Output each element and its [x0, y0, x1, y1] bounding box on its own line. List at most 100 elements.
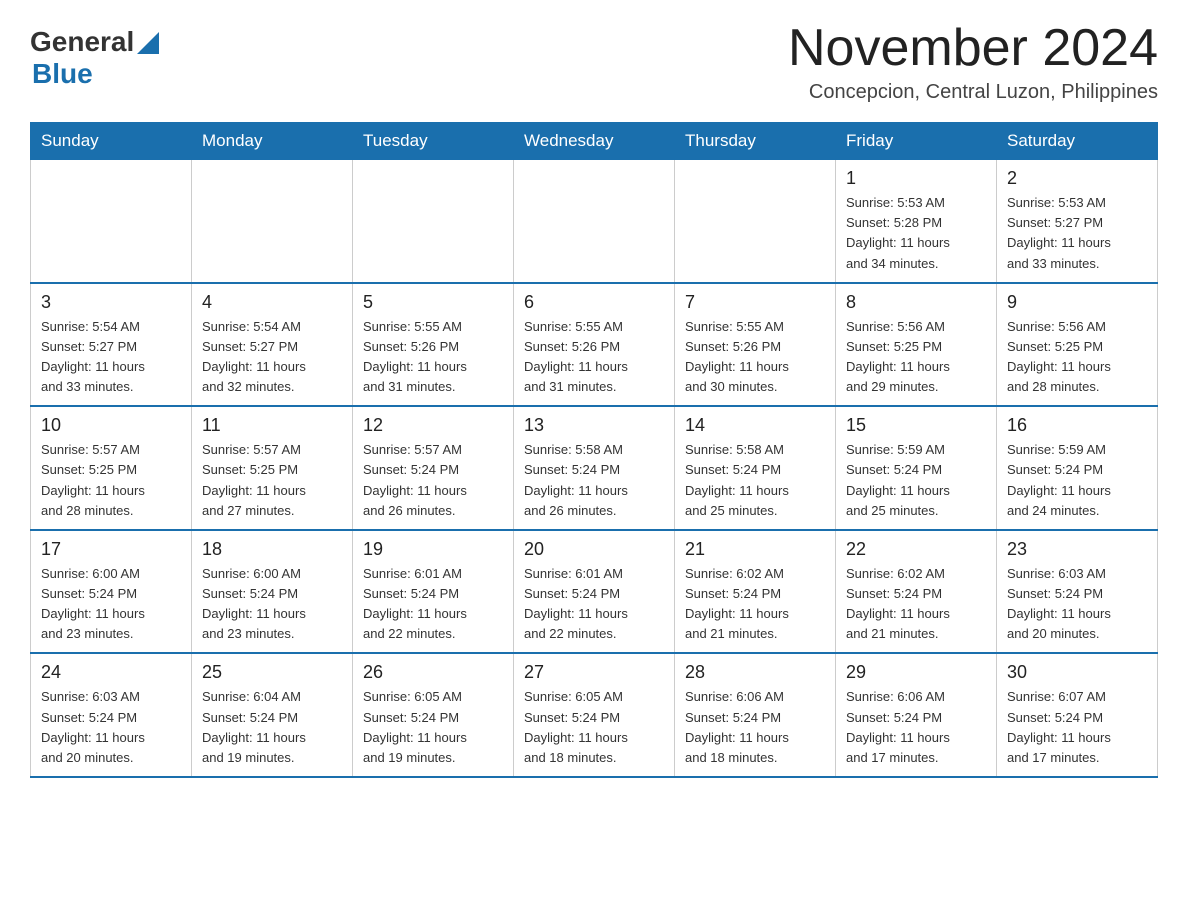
day-number: 27	[524, 662, 664, 683]
day-info: Sunrise: 6:02 AM Sunset: 5:24 PM Dayligh…	[685, 564, 825, 645]
day-number: 13	[524, 415, 664, 436]
day-info: Sunrise: 5:57 AM Sunset: 5:24 PM Dayligh…	[363, 440, 503, 521]
logo-triangle-icon	[137, 32, 159, 54]
day-of-week-saturday: Saturday	[997, 123, 1158, 160]
calendar-cell: 11 Sunrise: 5:57 AM Sunset: 5:25 PM Dayli…	[192, 406, 353, 530]
calendar-cell: 2 Sunrise: 5:53 AM Sunset: 5:27 PM Daylig…	[997, 160, 1158, 283]
day-number: 24	[41, 662, 181, 683]
calendar-cell: 21 Sunrise: 6:02 AM Sunset: 5:24 PM Dayli…	[675, 530, 836, 654]
calendar-cell: 29 Sunrise: 6:06 AM Sunset: 5:24 PM Dayli…	[836, 653, 997, 777]
day-info: Sunrise: 5:54 AM Sunset: 5:27 PM Dayligh…	[41, 317, 181, 398]
calendar-cell: 13Sunrise: 5:58 AM Sunset: 5:24 PM Dayli…	[514, 406, 675, 530]
day-info: Sunrise: 6:07 AM Sunset: 5:24 PM Dayligh…	[1007, 687, 1147, 768]
calendar-header: SundayMondayTuesdayWednesdayThursdayFrid…	[31, 123, 1158, 160]
day-number: 9	[1007, 292, 1147, 313]
week-row-4: 17 Sunrise: 6:00 AM Sunset: 5:24 PM Dayli…	[31, 530, 1158, 654]
day-number: 8	[846, 292, 986, 313]
day-info: Sunrise: 6:04 AM Sunset: 5:24 PM Dayligh…	[202, 687, 342, 768]
calendar-cell	[675, 160, 836, 283]
day-number: 17	[41, 539, 181, 560]
day-info: Sunrise: 5:56 AM Sunset: 5:25 PM Dayligh…	[1007, 317, 1147, 398]
day-info: Sunrise: 6:06 AM Sunset: 5:24 PM Dayligh…	[685, 687, 825, 768]
page-header: General Blue November 2024 Concepcion, C…	[30, 20, 1158, 104]
calendar-cell: 22 Sunrise: 6:02 AM Sunset: 5:24 PM Dayli…	[836, 530, 997, 654]
day-number: 30	[1007, 662, 1147, 683]
calendar-cell: 8 Sunrise: 5:56 AM Sunset: 5:25 PM Daylig…	[836, 283, 997, 407]
calendar-cell: 18 Sunrise: 6:00 AM Sunset: 5:24 PM Dayli…	[192, 530, 353, 654]
logo-text-blue: Blue	[32, 58, 93, 90]
day-info: Sunrise: 6:03 AM Sunset: 5:24 PM Dayligh…	[1007, 564, 1147, 645]
day-info: Sunrise: 5:57 AM Sunset: 5:25 PM Dayligh…	[202, 440, 342, 521]
day-of-week-friday: Friday	[836, 123, 997, 160]
day-info: Sunrise: 5:55 AM Sunset: 5:26 PM Dayligh…	[363, 317, 503, 398]
day-info: Sunrise: 6:00 AM Sunset: 5:24 PM Dayligh…	[202, 564, 342, 645]
day-of-week-thursday: Thursday	[675, 123, 836, 160]
week-row-1: 1Sunrise: 5:53 AM Sunset: 5:28 PM Daylig…	[31, 160, 1158, 283]
calendar-cell: 25Sunrise: 6:04 AM Sunset: 5:24 PM Dayli…	[192, 653, 353, 777]
day-number: 3	[41, 292, 181, 313]
day-number: 15	[846, 415, 986, 436]
day-info: Sunrise: 5:56 AM Sunset: 5:25 PM Dayligh…	[846, 317, 986, 398]
calendar-cell: 15Sunrise: 5:59 AM Sunset: 5:24 PM Dayli…	[836, 406, 997, 530]
days-of-week-row: SundayMondayTuesdayWednesdayThursdayFrid…	[31, 123, 1158, 160]
day-info: Sunrise: 6:02 AM Sunset: 5:24 PM Dayligh…	[846, 564, 986, 645]
day-number: 21	[685, 539, 825, 560]
calendar-cell: 9 Sunrise: 5:56 AM Sunset: 5:25 PM Daylig…	[997, 283, 1158, 407]
day-info: Sunrise: 5:53 AM Sunset: 5:27 PM Dayligh…	[1007, 193, 1147, 274]
calendar-cell: 28Sunrise: 6:06 AM Sunset: 5:24 PM Dayli…	[675, 653, 836, 777]
calendar-cell	[31, 160, 192, 283]
day-number: 23	[1007, 539, 1147, 560]
day-number: 7	[685, 292, 825, 313]
day-number: 22	[846, 539, 986, 560]
day-number: 16	[1007, 415, 1147, 436]
calendar-cell: 30 Sunrise: 6:07 AM Sunset: 5:24 PM Dayli…	[997, 653, 1158, 777]
calendar-cell: 6 Sunrise: 5:55 AM Sunset: 5:26 PM Daylig…	[514, 283, 675, 407]
day-info: Sunrise: 5:58 AM Sunset: 5:24 PM Dayligh…	[685, 440, 825, 521]
logo-text-general: General	[30, 26, 134, 58]
day-number: 26	[363, 662, 503, 683]
day-number: 14	[685, 415, 825, 436]
calendar-cell: 19Sunrise: 6:01 AM Sunset: 5:24 PM Dayli…	[353, 530, 514, 654]
day-number: 6	[524, 292, 664, 313]
calendar-cell: 3 Sunrise: 5:54 AM Sunset: 5:27 PM Daylig…	[31, 283, 192, 407]
week-row-3: 10 Sunrise: 5:57 AM Sunset: 5:25 PM Dayli…	[31, 406, 1158, 530]
day-number: 4	[202, 292, 342, 313]
calendar-cell: 20 Sunrise: 6:01 AM Sunset: 5:24 PM Dayli…	[514, 530, 675, 654]
calendar-cell	[514, 160, 675, 283]
day-info: Sunrise: 6:05 AM Sunset: 5:24 PM Dayligh…	[524, 687, 664, 768]
day-info: Sunrise: 6:05 AM Sunset: 5:24 PM Dayligh…	[363, 687, 503, 768]
day-info: Sunrise: 5:57 AM Sunset: 5:25 PM Dayligh…	[41, 440, 181, 521]
calendar-cell: 26 Sunrise: 6:05 AM Sunset: 5:24 PM Dayli…	[353, 653, 514, 777]
calendar-cell: 7Sunrise: 5:55 AM Sunset: 5:26 PM Daylig…	[675, 283, 836, 407]
calendar-cell: 24Sunrise: 6:03 AM Sunset: 5:24 PM Dayli…	[31, 653, 192, 777]
day-of-week-sunday: Sunday	[31, 123, 192, 160]
calendar-cell: 14 Sunrise: 5:58 AM Sunset: 5:24 PM Dayli…	[675, 406, 836, 530]
calendar-cell: 27 Sunrise: 6:05 AM Sunset: 5:24 PM Dayli…	[514, 653, 675, 777]
calendar-cell	[353, 160, 514, 283]
day-info: Sunrise: 6:06 AM Sunset: 5:24 PM Dayligh…	[846, 687, 986, 768]
day-number: 12	[363, 415, 503, 436]
title-section: November 2024 Concepcion, Central Luzon,…	[788, 20, 1158, 104]
calendar-cell	[192, 160, 353, 283]
day-number: 18	[202, 539, 342, 560]
day-number: 20	[524, 539, 664, 560]
day-of-week-wednesday: Wednesday	[514, 123, 675, 160]
calendar-cell: 1Sunrise: 5:53 AM Sunset: 5:28 PM Daylig…	[836, 160, 997, 283]
calendar-cell: 16 Sunrise: 5:59 AM Sunset: 5:24 PM Dayli…	[997, 406, 1158, 530]
calendar-cell: 12 Sunrise: 5:57 AM Sunset: 5:24 PM Dayli…	[353, 406, 514, 530]
day-of-week-tuesday: Tuesday	[353, 123, 514, 160]
calendar-cell: 17Sunrise: 6:00 AM Sunset: 5:24 PM Dayli…	[31, 530, 192, 654]
day-info: Sunrise: 6:01 AM Sunset: 5:24 PM Dayligh…	[363, 564, 503, 645]
calendar-cell: 4Sunrise: 5:54 AM Sunset: 5:27 PM Daylig…	[192, 283, 353, 407]
day-info: Sunrise: 5:59 AM Sunset: 5:24 PM Dayligh…	[1007, 440, 1147, 521]
day-number: 5	[363, 292, 503, 313]
day-number: 10	[41, 415, 181, 436]
day-number: 29	[846, 662, 986, 683]
calendar-cell: 10 Sunrise: 5:57 AM Sunset: 5:25 PM Dayli…	[31, 406, 192, 530]
month-title: November 2024	[788, 20, 1158, 77]
day-info: Sunrise: 6:01 AM Sunset: 5:24 PM Dayligh…	[524, 564, 664, 645]
calendar-body: 1Sunrise: 5:53 AM Sunset: 5:28 PM Daylig…	[31, 160, 1158, 777]
day-number: 2	[1007, 168, 1147, 189]
day-info: Sunrise: 5:55 AM Sunset: 5:26 PM Dayligh…	[524, 317, 664, 398]
day-number: 11	[202, 415, 342, 436]
